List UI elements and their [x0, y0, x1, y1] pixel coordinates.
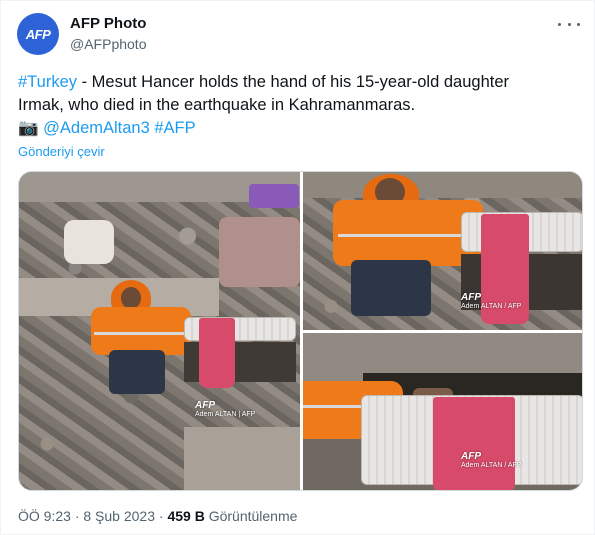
photo-watermark: AFP Adem ALTAN / AFP [461, 451, 521, 469]
media-grid: AFP Adem ALTAN | AFP AFP Adem ALTAN / AF… [18, 171, 583, 491]
photo-reflective-stripe [94, 332, 184, 335]
camera-icon: 📷 [18, 119, 39, 137]
photo-pink-cloth [433, 397, 515, 490]
photo-watermark: AFP Adem ALTAN / AFP [461, 292, 521, 310]
photo-reflective-stripe [338, 234, 468, 237]
views-label: Görüntülenme [208, 508, 298, 524]
photo-jacket [91, 307, 191, 355]
hashtag-afp-link[interactable]: #AFP [154, 119, 195, 137]
photo-head [121, 287, 141, 309]
author-handle[interactable]: @AFPphoto [70, 36, 146, 52]
photo-sack [64, 220, 114, 264]
tweet-text-line2: Irmak, who died in the earthquake in Kah… [18, 96, 416, 114]
views-count: 459 B [167, 508, 205, 524]
tweet-time[interactable]: ÖÖ 9:23 [18, 508, 71, 524]
meta-separator: · [74, 508, 80, 524]
author-display-name[interactable]: AFP Photo [70, 15, 146, 32]
watermark-credit: Adem ALTAN / AFP [461, 303, 522, 310]
avatar-logo-text: AFP [25, 26, 51, 42]
photo-top-right[interactable]: AFP Adem ALTAN / AFP [303, 172, 582, 330]
mention-link[interactable]: @AdemAltan3 [43, 119, 150, 137]
tweet-date[interactable]: 8 Şub 2023 [83, 508, 155, 524]
tweet-text-line1: - Mesut Hancer holds the hand of his 15-… [77, 73, 509, 91]
photo-pink-cloth [199, 318, 235, 388]
tweet-meta: ÖÖ 9:23 · 8 Şub 2023 · 459 B Görüntülenm… [18, 508, 297, 524]
photo-pants [109, 350, 165, 394]
translate-post-link[interactable]: Gönderiyi çevir [18, 144, 105, 159]
watermark-credit: Adem ALTAN | AFP [195, 411, 256, 418]
meta-separator: · [158, 508, 164, 524]
more-dot [558, 22, 561, 26]
avatar[interactable]: AFP [17, 13, 59, 55]
watermark-logo: AFP [461, 292, 481, 303]
tweet-card: AFP AFP Photo @AFPphoto #Turkey - Mesut … [0, 0, 595, 535]
tweet-text: #Turkey - Mesut Hancer holds the hand of… [18, 71, 583, 140]
photo-sofa [219, 217, 300, 287]
more-options-icon[interactable] [558, 15, 580, 33]
photo-slab [303, 172, 582, 198]
watermark-logo: AFP [195, 400, 215, 411]
photo-purple-cushion [249, 184, 299, 208]
photo-watermark: AFP Adem ALTAN | AFP [195, 400, 255, 418]
more-dot [567, 22, 571, 26]
photo-bottom-right[interactable]: AFP Adem ALTAN / AFP [303, 333, 582, 490]
watermark-logo: AFP [461, 451, 481, 462]
watermark-credit: Adem ALTAN / AFP [461, 462, 522, 469]
photo-pants [351, 260, 431, 316]
more-dot [577, 22, 580, 26]
photo-main[interactable]: AFP Adem ALTAN | AFP [19, 172, 300, 490]
hashtag-turkey-link[interactable]: #Turkey [18, 73, 77, 91]
photo-slab [184, 427, 300, 490]
